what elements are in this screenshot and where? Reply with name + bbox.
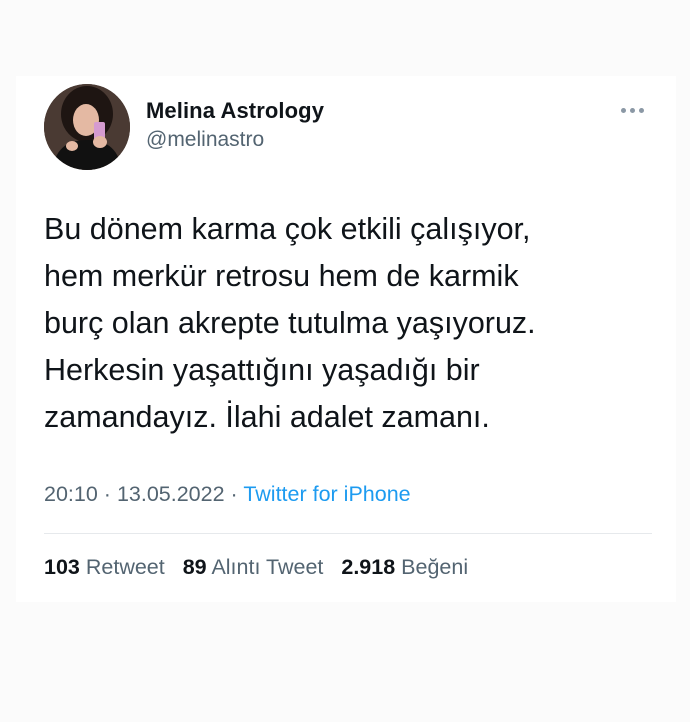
avatar[interactable]: [44, 84, 130, 170]
meta-separator: ·: [103, 482, 111, 506]
more-dot: [638, 107, 644, 113]
retweets-count: 103: [44, 555, 80, 579]
tweet-text-line: hem merkür retrosu hem de karmik: [44, 259, 519, 293]
likes-label: Beğeni: [401, 555, 469, 579]
more-dot: [620, 107, 626, 113]
tweet-meta: 20:10 · 13.05.2022 · Twitter for iPhone: [44, 482, 411, 507]
quotes-count: 89: [182, 555, 207, 579]
tweet-text: Bu dönem karma çok etkili çalışıyor, hem…: [44, 206, 654, 441]
likes-count: 2.918: [341, 555, 396, 579]
divider: [44, 533, 652, 534]
quotes-stat[interactable]: 89 Alıntı Tweet: [183, 555, 324, 579]
tweet-text-line: Bu dönem karma çok etkili çalışıyor,: [44, 212, 531, 246]
tweet-time[interactable]: 20:10: [44, 482, 98, 506]
tweet-text-line: burç olan akrepte tutulma yaşıyoruz.: [44, 306, 536, 340]
retweets-stat[interactable]: 103 Retweet: [44, 555, 165, 579]
likes-stat[interactable]: 2.918 Beğeni: [341, 555, 468, 579]
display-name[interactable]: Melina Astrology: [146, 98, 324, 124]
avatar-image: [44, 84, 130, 170]
tweet-date[interactable]: 13.05.2022: [117, 482, 225, 506]
tweet-source-link[interactable]: Twitter for iPhone: [243, 482, 410, 506]
tweet-stats: 103 Retweet 89 Alıntı Tweet 2.918 Beğeni: [44, 555, 480, 580]
retweets-label: Retweet: [85, 555, 165, 579]
meta-separator: ·: [230, 482, 238, 506]
quotes-label: Alıntı Tweet: [211, 555, 324, 579]
tweet-card: Melina Astrology @melinastro Bu dönem ka…: [16, 76, 676, 602]
tweet-text-line: zamandayız. İlahi adalet zamanı.: [44, 400, 490, 434]
user-handle[interactable]: @melinastro: [146, 128, 264, 152]
more-dot: [629, 107, 635, 113]
more-options-icon[interactable]: [612, 96, 652, 124]
tweet-text-line: Herkesin yaşattığını yaşadığı bir: [44, 353, 480, 387]
